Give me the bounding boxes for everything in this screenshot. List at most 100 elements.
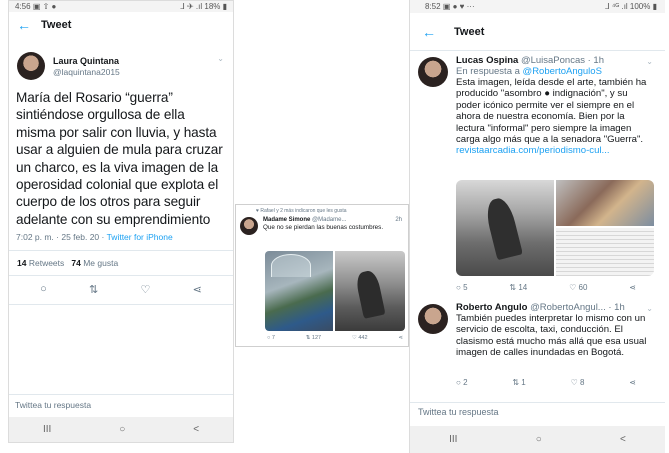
home-button[interactable]: ○ (536, 434, 542, 445)
reply-button[interactable]: ○ 2 (456, 378, 468, 387)
retweet-icon: ⇅ (512, 378, 520, 387)
like-label[interactable]: Me gusta (83, 258, 118, 268)
like-icon[interactable]: ♡ (141, 283, 151, 296)
status-left-icons: ▣ ⇧ ● (32, 2, 57, 11)
tweet-header: ← Tweet (410, 13, 665, 51)
author-name[interactable]: Laura Quintana (53, 56, 120, 66)
tweet-meta: 7:02 p. m. · 25 feb. 20 · Twitter for iP… (9, 228, 233, 242)
home-button[interactable]: ○ (119, 424, 125, 435)
reply-tweet[interactable]: Roberto Angulo @RobertoAngul... · 1h ⌄ T… (410, 302, 665, 359)
card-actions: ○ 7 ⇅ 127 ♡ 442 ⋖ (267, 335, 403, 341)
card-author-name[interactable]: Madame Simone (263, 217, 310, 223)
like-button[interactable]: ♡ 442 (352, 335, 368, 341)
back-button[interactable]: < (620, 434, 626, 445)
share-icon[interactable]: ⋖ (193, 283, 202, 296)
reply-input[interactable]: Twittea tu respuesta (410, 402, 665, 421)
photo-article-text (556, 228, 654, 276)
avatar[interactable] (418, 57, 448, 87)
retweet-button[interactable]: ⇅ 127 (306, 335, 321, 341)
like-count: 8 (579, 378, 585, 387)
retweet-icon: ⇅ (305, 335, 311, 341)
retweet-count: 1 (521, 378, 526, 387)
like-count: 442 (358, 335, 368, 341)
author-name[interactable]: Lucas Ospina (456, 55, 518, 66)
photo-article[interactable] (556, 180, 654, 276)
share-icon[interactable]: ⋖ (398, 335, 403, 341)
card-author-handle[interactable]: @Madame... (312, 217, 346, 223)
photo-painting (556, 180, 654, 226)
card-tweet-text: Que no se pierdan las buenas costumbres. (263, 224, 384, 231)
tweet-text-body: Esta imagen, leída desde el arte, tambié… (456, 77, 647, 146)
retweet-icon[interactable]: ⇅ (89, 283, 98, 296)
retweet-label[interactable]: Retweets (29, 258, 64, 268)
reply-input[interactable]: Twittea tu respuesta (9, 394, 233, 415)
status-bar: 8:52 ▣ ● ♥ ··· ⅃ ⁴ᴳ .ıl 100% ▮ (410, 0, 665, 13)
android-nav-bar: III ○ < (9, 417, 233, 442)
status-time: 8:52 (425, 2, 441, 11)
reply-count: 5 (463, 283, 468, 292)
back-button[interactable]: < (193, 424, 199, 435)
card-time: 2h (395, 217, 402, 223)
author-handle-time: @LuisaPoncas · 1h (520, 55, 605, 66)
chevron-down-icon[interactable]: ⌄ (646, 57, 653, 66)
photo-statue[interactable] (335, 251, 405, 331)
tweet-header: ← Tweet (9, 12, 233, 38)
retweet-icon: ⇅ (509, 283, 517, 292)
avatar[interactable] (17, 52, 45, 80)
tweet-text: También puedes interpretar lo mismo con … (456, 313, 647, 359)
share-icon[interactable]: ⋖ (629, 283, 636, 292)
retweet-count: 14 (518, 283, 528, 292)
reply-icon[interactable]: ○ (40, 283, 47, 296)
like-count[interactable]: 74 (71, 258, 80, 268)
recent-apps-button[interactable]: III (43, 424, 51, 435)
chevron-down-icon[interactable]: ⌄ (646, 304, 653, 313)
back-arrow-icon[interactable]: ← (17, 17, 41, 33)
reply-tweet[interactable]: Lucas Ospina @LuisaPoncas · 1h ⌄ En resp… (410, 55, 665, 157)
photo-statue[interactable] (456, 180, 554, 276)
like-icon: ♡ (569, 283, 577, 292)
chevron-down-icon[interactable]: ⌄ (217, 54, 224, 63)
reply-count: 2 (463, 378, 468, 387)
page-title: Tweet (41, 19, 72, 31)
retweet-button[interactable]: ⇅ 14 (509, 283, 527, 292)
reply-button[interactable]: ○ 5 (456, 283, 468, 292)
status-time: 4:56 (15, 2, 31, 11)
android-nav-bar: III ○ < (410, 426, 665, 453)
author-name[interactable]: Roberto Angulo (456, 302, 527, 313)
reply-icon: ○ (456, 378, 461, 387)
retweet-button[interactable]: ⇅ 1 (512, 378, 525, 387)
avatar[interactable] (418, 304, 448, 334)
tweet-counts: 14 Retweets 74 Me gusta (9, 251, 233, 275)
article-link[interactable]: revistaarcadia.com/periodismo-cul... (456, 145, 610, 156)
author-handle[interactable]: @laquintana2015 (53, 67, 120, 77)
like-icon: ♡ (351, 335, 357, 341)
reply-prefix: En respuesta a (456, 66, 520, 77)
avatar[interactable] (240, 217, 258, 235)
back-arrow-icon[interactable]: ← (422, 24, 454, 40)
like-icon: ♡ (570, 378, 578, 387)
tweet-actions: ○ ⇅ ♡ ⋖ (9, 276, 233, 304)
status-bar: 4:56 ▣ ⇧ ● ⅃ ✈ .ıl 18% ▮ (9, 1, 233, 12)
phone-screenshot-right: 8:52 ▣ ● ♥ ··· ⅃ ⁴ᴳ .ıl 100% ▮ ← Tweet L… (409, 0, 665, 453)
tweet-actions: ○ 5 ⇅ 14 ♡ 60 ⋖ (456, 283, 636, 292)
divider (9, 304, 233, 306)
status-right-icons: ⅃ ⁴ᴳ .ıl 100% ▮ (605, 2, 657, 11)
reply-to-link[interactable]: @RobertoAnguloS (523, 66, 602, 77)
tweet-actions: ○ 2 ⇅ 1 ♡ 8 ⋖ (456, 378, 636, 387)
reply-button[interactable]: ○ 7 (267, 335, 275, 341)
photo-umbrella-crowd[interactable] (265, 251, 333, 331)
recent-apps-button[interactable]: III (449, 434, 457, 445)
share-icon[interactable]: ⋖ (629, 378, 636, 387)
embedded-tweet-card: ♥ Rafael y 2 más indicaron que les gusta… (235, 204, 409, 347)
like-button[interactable]: ♡ 60 (569, 283, 587, 292)
reply-count: 7 (271, 335, 275, 341)
reply-icon: ○ (267, 335, 271, 341)
like-button[interactable]: ♡ 8 (571, 378, 585, 387)
tweet-timestamp: 7:02 p. m. · 25 feb. 20 · (16, 232, 105, 243)
author-handle-time: @RobertoAngul... · 1h (530, 302, 625, 313)
in-reply-to: En respuesta a @RobertoAnguloS (456, 66, 653, 77)
card-media (265, 251, 405, 331)
tweet-source-link[interactable]: Twitter for iPhone (107, 232, 173, 242)
page-title: Tweet (454, 25, 485, 38)
retweet-count[interactable]: 14 (17, 258, 26, 268)
